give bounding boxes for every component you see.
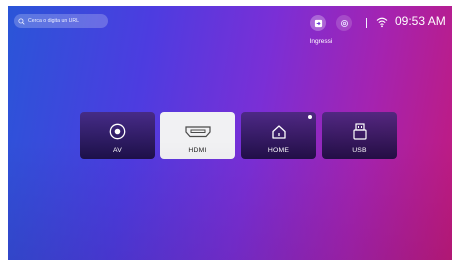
home-icon — [271, 124, 286, 139]
source-tile-av[interactable]: AV — [80, 112, 155, 159]
wifi-icon — [376, 17, 388, 28]
gear-icon — [340, 19, 348, 27]
clock: 09:53 AM — [395, 14, 446, 28]
search-placeholder: Cerca o digita un URL — [28, 18, 80, 24]
search-icon — [18, 17, 25, 25]
notification-dot — [308, 115, 312, 119]
source-label: HOME — [267, 147, 290, 154]
usb-icon — [352, 123, 367, 140]
source-label: AV — [113, 147, 122, 154]
source-tile-hdmi[interactable]: HDMI — [160, 112, 235, 159]
source-label: USB — [352, 147, 367, 154]
source-tile-home[interactable]: HOME — [241, 112, 316, 159]
source-label: HDMI — [188, 147, 207, 154]
tv-home-screen: Cerca o digita un URL Ingressi 09:53 AM … — [8, 6, 452, 260]
settings-button[interactable] — [336, 15, 352, 31]
av-icon — [109, 123, 126, 140]
source-tile-usb[interactable]: USB — [322, 112, 397, 159]
input-source-icon — [314, 19, 322, 27]
hdmi-icon — [184, 125, 211, 137]
status-divider — [366, 18, 368, 28]
inputs-button[interactable] — [310, 15, 326, 31]
search-bar[interactable]: Cerca o digita un URL — [14, 14, 108, 28]
inputs-label: Ingressi — [309, 38, 333, 45]
